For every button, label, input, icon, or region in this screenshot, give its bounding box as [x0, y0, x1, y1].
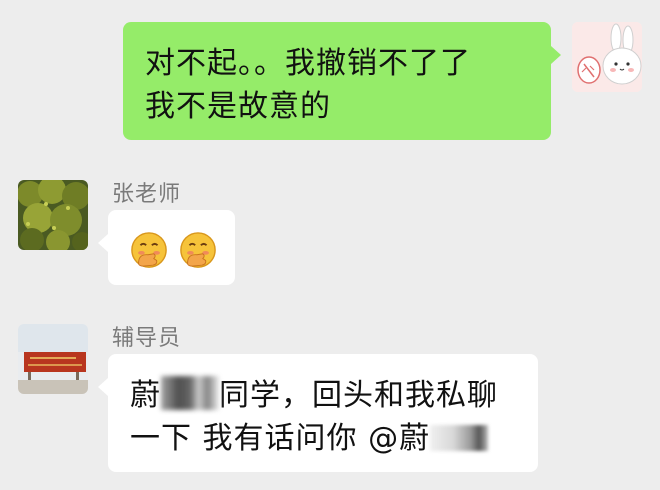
- my-message-line-1: 对不起。。我撤销不了了: [145, 46, 471, 81]
- teacher-sender-name: 张老师: [112, 182, 182, 207]
- teacher-message-bubble[interactable]: [108, 210, 235, 285]
- my-avatar[interactable]: [572, 22, 642, 92]
- counselor-sender-name: 辅导员: [112, 326, 182, 351]
- my-message-line-2: 我不是故意的: [145, 89, 331, 124]
- my-message-bubble[interactable]: 对不起。。我撤销不了了 我不是故意的: [123, 22, 551, 140]
- redacted-name-blur: [161, 376, 219, 410]
- shy-laugh-emoji-icon: [131, 231, 167, 268]
- my-bubble-tail: [551, 46, 561, 64]
- counselor-message-bubble[interactable]: 蔚 同学，回头和我私聊 一下 我有话问你 @蔚: [108, 354, 538, 472]
- redacted-mention-blur: [430, 425, 489, 451]
- teacher-avatar[interactable]: [18, 180, 88, 250]
- counselor-message-line-1: 蔚 同学，回头和我私聊: [130, 374, 538, 417]
- tree-photo-avatar-icon: [18, 180, 88, 250]
- shy-laugh-emoji-icon: [179, 231, 216, 268]
- counselor-bubble-tail: [98, 378, 108, 396]
- counselor-avatar[interactable]: [18, 324, 88, 394]
- bunny-avatar-icon: [572, 22, 642, 92]
- counselor-line-1-prefix: 蔚: [130, 378, 161, 413]
- campus-banner-avatar-icon: [18, 324, 88, 394]
- counselor-line-1-suffix: 同学，回头和我私聊: [219, 378, 498, 413]
- teacher-bubble-tail: [98, 234, 108, 252]
- counselor-line-2-prefix: 一下 我有话问你 @蔚: [130, 421, 431, 456]
- counselor-message-line-2: 一下 我有话问你 @蔚: [130, 417, 538, 460]
